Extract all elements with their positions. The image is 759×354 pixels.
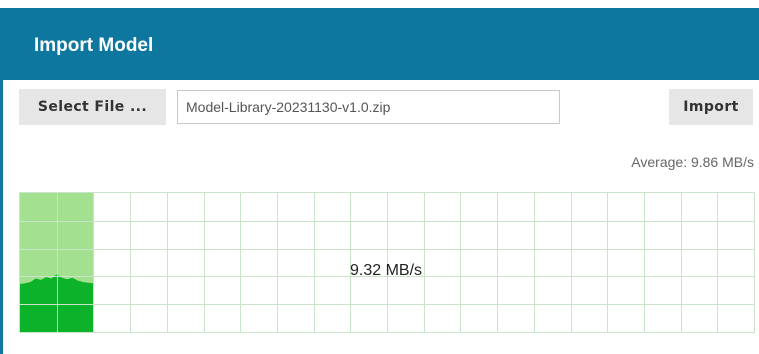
transfer-speed-graph: 9.32 MB/s: [19, 192, 755, 333]
average-speed-text: Average: 9.86 MB/s: [631, 154, 754, 170]
file-name-field[interactable]: [177, 90, 560, 124]
dialog-title: Import Model: [34, 35, 154, 56]
title-bar: Import Model: [3, 8, 759, 80]
select-file-button[interactable]: Select File ...: [19, 89, 166, 125]
current-speed-text: 9.32 MB/s: [350, 262, 423, 279]
import-button[interactable]: Import: [669, 89, 753, 125]
speed-area: [20, 274, 94, 332]
